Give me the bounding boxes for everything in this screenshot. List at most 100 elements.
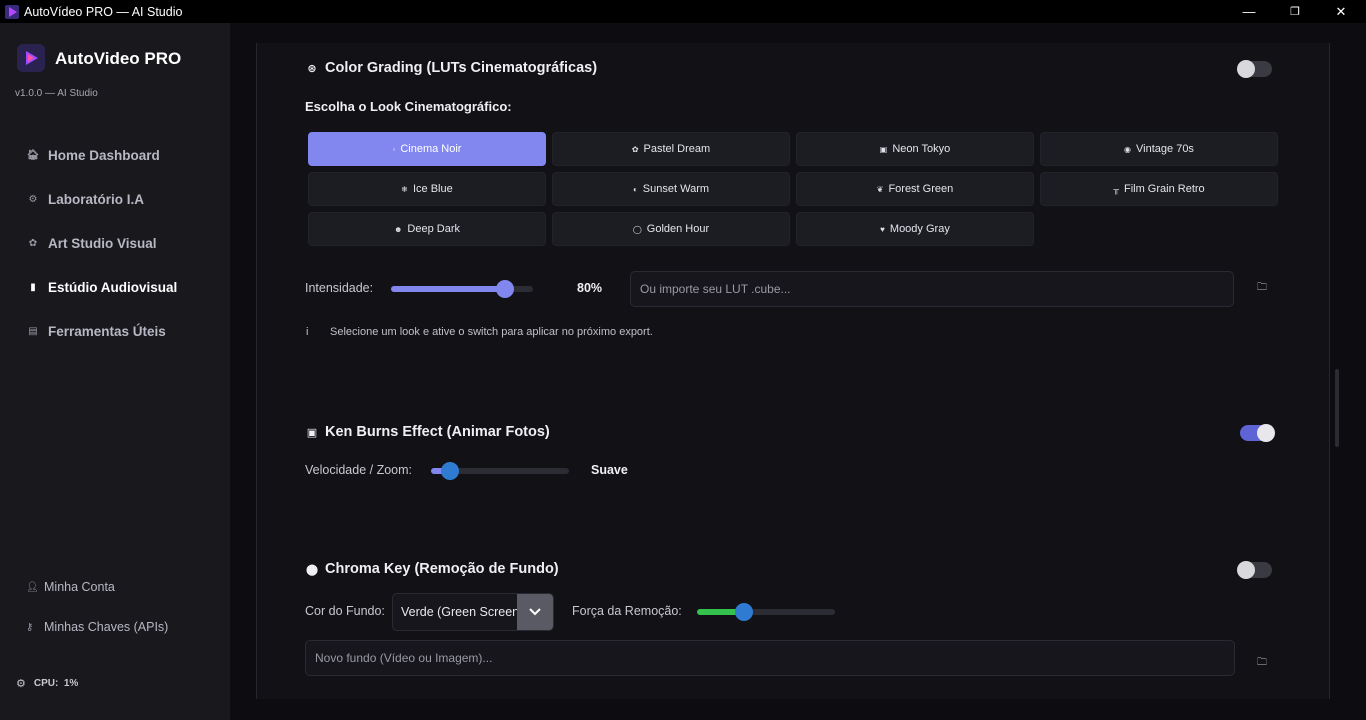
sidebar-item-label: Estúdio Audiovisual bbox=[48, 279, 178, 295]
chevron-down-icon[interactable] bbox=[517, 594, 553, 630]
sidebar-item-ferramentas-uteis[interactable]: ▤ Ferramentas Úteis bbox=[26, 320, 166, 342]
photo-icon: ▣ bbox=[306, 426, 318, 439]
window-title: AutoVídeo PRO — AI Studio bbox=[24, 4, 183, 19]
speed-zoom-label: Velocidade / Zoom: bbox=[305, 463, 413, 477]
sidebar-item-label: Laboratório I.A bbox=[48, 191, 145, 207]
brain-icon: ⚙︎ bbox=[28, 193, 38, 205]
look-label: Forest Green bbox=[888, 183, 954, 195]
look-button-moody-gray[interactable]: ♥ Moody Gray bbox=[796, 212, 1034, 246]
sidebar-item-label: Art Studio Visual bbox=[48, 235, 157, 251]
look-label: Deep Dark bbox=[407, 223, 460, 235]
ken-burns-title-text: Ken Burns Effect (Animar Fotos) bbox=[325, 424, 550, 440]
color-grading-toggle[interactable] bbox=[1237, 60, 1272, 78]
sidebar: AutoVideo PRO v1.0.0 — AI Studio 🏠︎ Home… bbox=[0, 23, 230, 720]
brand-logo-icon bbox=[17, 44, 45, 72]
speed-zoom-value: Suave bbox=[591, 463, 628, 477]
circle-icon: ⬤ bbox=[305, 563, 319, 576]
look-label: Moody Gray bbox=[889, 223, 950, 235]
look-icon: ☻ bbox=[394, 224, 403, 234]
strength-label: Força da Remoção: bbox=[572, 604, 682, 618]
intensity-slider[interactable] bbox=[391, 280, 533, 298]
api-keys-label: Minhas Chaves (APIs) bbox=[44, 620, 169, 634]
intensity-value: 80% bbox=[577, 281, 603, 295]
ken-burns-toggle[interactable] bbox=[1240, 424, 1275, 442]
sidebar-item-home-dashboard[interactable]: 🏠︎ Home Dashboard bbox=[26, 144, 160, 166]
key-icon: ⚷ bbox=[26, 621, 34, 633]
toolbox-icon: ▤ bbox=[28, 325, 38, 337]
sidebar-item-art-studio-visual[interactable]: ✿ Art Studio Visual bbox=[26, 232, 157, 254]
ken-burns-title: ▣ Ken Burns Effect (Animar Fotos) bbox=[305, 424, 550, 440]
cpu-indicator: ⚙︎ CPU: 1% bbox=[16, 677, 78, 690]
look-label: Sunset Warm bbox=[642, 183, 710, 195]
new-background-input[interactable]: Novo fundo (Vídeo ou Imagem)... bbox=[305, 640, 1235, 676]
strength-slider[interactable] bbox=[697, 603, 835, 621]
look-icon: ▫ bbox=[392, 144, 396, 154]
sidebar-item-estudio-audiovisual[interactable]: ▮ Estúdio Audiovisual bbox=[26, 276, 177, 298]
look-icon: ▣ bbox=[879, 144, 888, 154]
app-icon bbox=[4, 4, 20, 20]
sidebar-item-label: Ferramentas Úteis bbox=[48, 323, 166, 339]
look-button-ice-blue[interactable]: ❄ Ice Blue bbox=[308, 172, 546, 206]
look-label: Neon Tokyo bbox=[892, 143, 951, 155]
palette-icon: ✿ bbox=[28, 237, 38, 249]
scrollbar[interactable] bbox=[1335, 369, 1339, 447]
chroma-key-toggle[interactable] bbox=[1237, 561, 1272, 579]
lut-import-input[interactable]: Ou importe seu LUT .cube... bbox=[630, 271, 1234, 307]
info-line: i Selecione um look e ative o switch par… bbox=[306, 326, 653, 338]
account-label: Minha Conta bbox=[44, 580, 115, 594]
minimize-button[interactable]: — bbox=[1226, 0, 1272, 23]
intensity-slider-fill bbox=[391, 286, 505, 292]
look-icon: ❄ bbox=[401, 184, 408, 194]
chroma-key-title-text: Chroma Key (Remoção de Fundo) bbox=[325, 561, 559, 577]
look-button-neon-tokyo[interactable]: ▣ Neon Tokyo bbox=[796, 132, 1034, 166]
speed-slider-thumb[interactable] bbox=[441, 462, 459, 480]
folder-icon[interactable]: 🗀︎ bbox=[1257, 280, 1267, 297]
look-button-sunset-warm[interactable]: ◐ Sunset Warm bbox=[552, 172, 790, 206]
color-grading-title-text: Color Grading (LUTs Cinematográficas) bbox=[325, 60, 598, 76]
look-label: Ice Blue bbox=[412, 183, 453, 195]
close-button[interactable]: ✕ bbox=[1318, 0, 1364, 23]
bg-color-value: Verde (Green Screen) bbox=[401, 605, 517, 619]
look-icon: ♥ bbox=[880, 224, 885, 234]
look-icon: ◯ bbox=[632, 224, 642, 234]
look-button-pastel-dream[interactable]: ✿ Pastel Dream bbox=[552, 132, 790, 166]
look-label: Vintage 70s bbox=[1136, 143, 1194, 155]
window-titlebar: AutoVídeo PRO — AI Studio — ❐ ✕ bbox=[0, 0, 1366, 23]
bg-color-label: Cor do Fundo: bbox=[305, 604, 385, 618]
account-link[interactable]: 👤︎ Minha Conta bbox=[26, 580, 115, 594]
cpu-label: CPU: 1% bbox=[33, 678, 79, 689]
look-label: Golden Hour bbox=[646, 223, 710, 235]
color-grading-title: ⊛ Color Grading (LUTs Cinematográficas) bbox=[305, 60, 597, 76]
look-icon: ✿ bbox=[631, 144, 639, 154]
look-icon: ◉ bbox=[1124, 144, 1132, 154]
look-button-film-grain-retro[interactable]: ╥ Film Grain Retro bbox=[1040, 172, 1278, 206]
look-label: Film Grain Retro bbox=[1123, 183, 1205, 195]
look-label: Cinema Noir bbox=[400, 143, 462, 155]
user-icon: 👤︎ bbox=[26, 581, 39, 593]
api-keys-link[interactable]: ⚷ Minhas Chaves (APIs) bbox=[26, 620, 168, 634]
look-button-golden-hour[interactable]: ◯ Golden Hour bbox=[552, 212, 790, 246]
bg-color-select[interactable]: Verde (Green Screen) bbox=[392, 593, 554, 631]
look-button-cinema-noir[interactable]: ▫ Cinema Noir bbox=[308, 132, 546, 166]
sidebar-item-laboratorio-ia[interactable]: ⚙︎ Laboratório I.A bbox=[26, 188, 145, 210]
clapper-icon: ▮ bbox=[30, 281, 36, 293]
home-icon: 🏠︎ bbox=[26, 149, 40, 161]
look-icon: ❦ bbox=[876, 184, 884, 194]
info-text: Selecione um look e ative o switch para … bbox=[330, 326, 653, 338]
folder-icon[interactable]: 🗀︎ bbox=[1257, 655, 1267, 672]
brand-name: AutoVideo PRO bbox=[55, 49, 182, 68]
look-button-forest-green[interactable]: ❦ Forest Green bbox=[796, 172, 1034, 206]
look-button-deep-dark[interactable]: ☻ Deep Dark bbox=[308, 212, 546, 246]
brand-version: v1.0.0 — AI Studio bbox=[15, 88, 98, 99]
sidebar-item-label: Home Dashboard bbox=[48, 147, 160, 163]
strength-slider-thumb[interactable] bbox=[735, 603, 753, 621]
look-button-vintage-70s[interactable]: ◉ Vintage 70s bbox=[1040, 132, 1278, 166]
intensity-slider-thumb[interactable] bbox=[496, 280, 514, 298]
maximize-button[interactable]: ❐ bbox=[1272, 0, 1318, 23]
info-icon: i bbox=[306, 326, 309, 338]
intensity-label: Intensidade: bbox=[305, 281, 374, 295]
choose-look-label: Escolha o Look Cinematográfico: bbox=[305, 99, 512, 114]
speed-zoom-slider[interactable] bbox=[431, 462, 569, 480]
palette-icon: ⊛ bbox=[307, 62, 317, 75]
look-icon: ◐ bbox=[632, 184, 638, 194]
